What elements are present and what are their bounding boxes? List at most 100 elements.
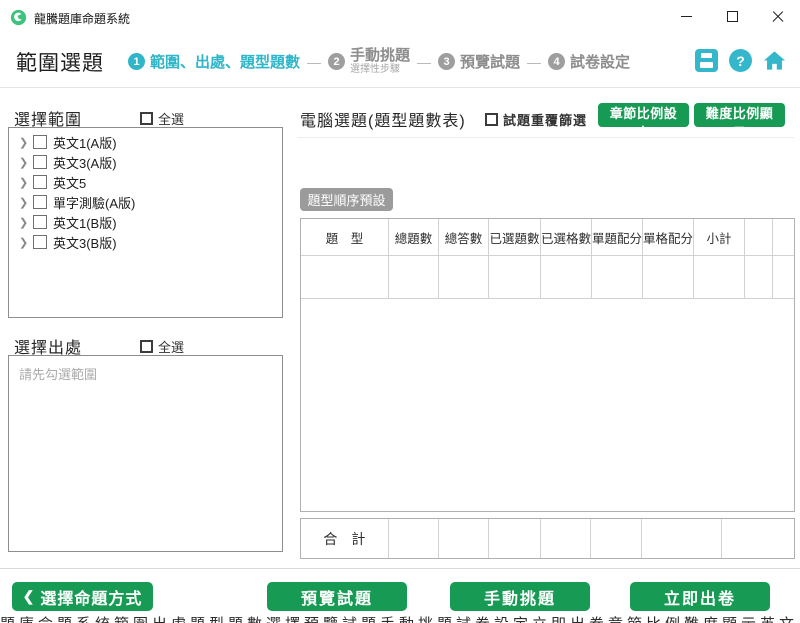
home-icon[interactable] (763, 49, 786, 72)
minimize-button[interactable] (663, 0, 709, 33)
duplicate-filter-checkbox[interactable] (485, 113, 498, 126)
source-select-all-label: 全選 (158, 337, 184, 356)
step-3-label: 預覽試題 (460, 51, 520, 72)
col-header-points-per-blank: 單格配分 (643, 219, 694, 255)
chevron-right-icon[interactable]: ❯ (19, 236, 33, 249)
step-1-range[interactable]: 1 範圍、出處、題型題數 (128, 51, 300, 72)
step-4-label: 試卷設定 (570, 51, 630, 72)
maximize-icon (727, 11, 738, 22)
totals-cell (722, 519, 794, 558)
cell-total-answers[interactable] (439, 256, 489, 298)
difficulty-ratio-button[interactable]: 難度比例顯示 (694, 103, 785, 127)
cell-type[interactable] (301, 256, 389, 298)
wizard-steps: 1 範圍、出處、題型題數 — 2 手動挑題 選擇性步驟 — 3 預覽試題 — 4… (128, 35, 630, 88)
cell-total-questions[interactable] (389, 256, 439, 298)
tree-item-label: 英文3(A版) (53, 153, 117, 172)
totals-cell (439, 519, 489, 558)
step-2-sublabel: 選擇性步驟 (350, 64, 410, 75)
step-3-preview[interactable]: 3 預覽試題 (438, 51, 520, 72)
chevron-right-icon[interactable]: ❯ (19, 156, 33, 169)
tree-item-eng3b[interactable]: ❯ 英文3(B版) (9, 232, 282, 252)
close-button[interactable] (755, 0, 800, 33)
step-4-badge: 4 (548, 53, 565, 70)
cell-selected-blanks[interactable] (541, 256, 592, 298)
cell-subtotal[interactable] (694, 256, 745, 298)
totals-cell (541, 519, 592, 558)
clipped-background-text: 題庫命題系統範圍出處題型題數選擇預覽試題手動挑題試卷設定立即出卷章節比例難度顯示… (0, 612, 800, 623)
minimize-icon (681, 16, 692, 17)
close-icon (772, 11, 784, 23)
question-type-table: 題 型 總題數 總答數 已選題數 已選格數 單題配分 單格配分 小計 (300, 218, 795, 512)
step-separator: — (527, 54, 541, 70)
col-header-points-per-question: 單題配分 (592, 219, 643, 255)
step-2-badge: 2 (328, 53, 345, 70)
generate-paper-button[interactable]: 立即出卷 (630, 582, 770, 611)
cell-points-per-question[interactable] (592, 256, 643, 298)
source-select-all-checkbox[interactable] (140, 340, 153, 353)
tree-item-eng5[interactable]: ❯ 英文5 (9, 172, 282, 192)
tree-item-label: 英文1(B版) (53, 213, 117, 232)
header-icons: ? (695, 49, 786, 72)
step-1-badge: 1 (128, 53, 145, 70)
step-4-paper-settings[interactable]: 4 試卷設定 (548, 51, 630, 72)
tree-item-label: 英文5 (53, 173, 86, 192)
save-icon[interactable] (695, 49, 718, 72)
page-title: 範圍選題 (16, 47, 104, 77)
duplicate-filter-label: 試題重覆篩選 (503, 110, 587, 129)
col-header-selected-questions: 已選題數 (489, 219, 541, 255)
col-header-empty (773, 219, 794, 255)
manual-pick-button[interactable]: 手動挑題 (450, 582, 590, 611)
range-select-all-label: 全選 (158, 109, 184, 128)
col-header-empty (745, 219, 773, 255)
tree-item-eng3a[interactable]: ❯ 英文3(A版) (9, 152, 282, 172)
table-header-row: 題 型 總題數 總答數 已選題數 已選格數 單題配分 單格配分 小計 (301, 219, 794, 256)
tree-item-label: 英文1(A版) (53, 133, 117, 152)
question-type-order-preset-button[interactable]: 題型順序預設 (300, 188, 393, 211)
step-3-badge: 3 (438, 53, 455, 70)
choose-method-back-button[interactable]: ❮ 選擇命題方式 (12, 582, 153, 611)
source-list-box: 請先勾選範圍 (8, 355, 283, 552)
tree-item-checkbox[interactable] (33, 175, 47, 189)
tree-item-checkbox[interactable] (33, 155, 47, 169)
app-window: 龍騰題庫命題系統 範圍選題 1 範圍、出處、題型題數 — 2 手動挑題 選擇性步… (0, 0, 800, 623)
col-header-type: 題 型 (301, 219, 389, 255)
cell-empty (745, 256, 773, 298)
preview-questions-button[interactable]: 預覽試題 (267, 582, 407, 611)
tree-item-checkbox[interactable] (33, 195, 47, 209)
totals-cell (389, 519, 439, 558)
tree-item-label: 英文3(B版) (53, 233, 117, 252)
col-header-subtotal: 小計 (694, 219, 745, 255)
title-bar: 龍騰題庫命題系統 (0, 0, 800, 35)
chevron-right-icon[interactable]: ❯ (19, 196, 33, 209)
chevron-right-icon[interactable]: ❯ (19, 136, 33, 149)
help-icon[interactable]: ? (729, 49, 752, 72)
step-1-label: 範圍、出處、題型題數 (150, 51, 300, 72)
computer-selection-title: 電腦選題(題型題數表) (300, 107, 466, 131)
chevron-left-icon: ❮ (23, 588, 36, 605)
cell-empty (773, 256, 794, 298)
tree-item-vocab-a[interactable]: ❯ 單字測驗(A版) (9, 192, 282, 212)
col-header-total-answers: 總答數 (439, 219, 489, 255)
tree-item-eng1b[interactable]: ❯ 英文1(B版) (9, 212, 282, 232)
range-select-all-checkbox[interactable] (140, 112, 153, 125)
tree-item-checkbox[interactable] (33, 215, 47, 229)
totals-cell (642, 519, 722, 558)
source-placeholder-text: 請先勾選範圍 (19, 364, 272, 383)
cell-selected-questions[interactable] (489, 256, 541, 298)
chapter-ratio-button[interactable]: 章節比例設定 (598, 103, 689, 127)
chevron-right-icon[interactable]: ❯ (19, 176, 33, 189)
tree-item-eng1a[interactable]: ❯ 英文1(A版) (9, 132, 282, 152)
maximize-button[interactable] (709, 0, 755, 33)
totals-cell (489, 519, 541, 558)
step-2-manual-pick[interactable]: 2 手動挑題 選擇性步驟 (328, 48, 410, 76)
tree-item-checkbox[interactable] (33, 135, 47, 149)
table-row (301, 256, 794, 299)
col-header-total-questions: 總題數 (389, 219, 439, 255)
range-tree: ❯ 英文1(A版) ❯ 英文3(A版) ❯ 英文5 ❯ 單字測驗(A版) ❯ 英… (8, 127, 283, 318)
footer-divider (0, 568, 800, 569)
step-separator: — (417, 54, 431, 70)
tree-item-label: 單字測驗(A版) (53, 193, 135, 212)
chevron-right-icon[interactable]: ❯ (19, 216, 33, 229)
tree-item-checkbox[interactable] (33, 235, 47, 249)
cell-points-per-blank[interactable] (643, 256, 694, 298)
